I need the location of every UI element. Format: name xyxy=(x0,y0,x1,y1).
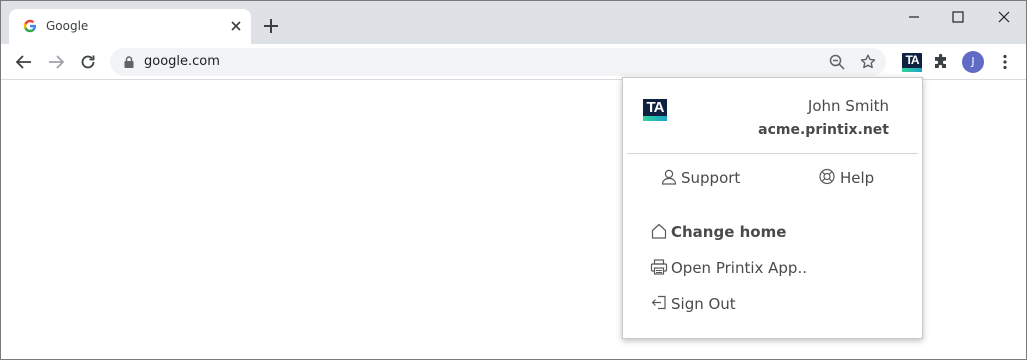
profile-avatar[interactable]: J xyxy=(962,51,984,73)
sign-out-icon xyxy=(651,295,666,310)
tenant-domain: acme.printix.net xyxy=(758,122,889,138)
forward-arrow-icon[interactable] xyxy=(46,52,66,72)
tab-google[interactable]: Google xyxy=(9,9,251,44)
address-bar[interactable]: google.com xyxy=(110,48,886,76)
open-printix-app-link[interactable]: Open Printix App.. xyxy=(650,258,820,278)
open-printix-app-label: Open Printix App.. xyxy=(671,259,807,277)
sign-out-link[interactable]: Sign Out xyxy=(650,294,760,314)
user-name: John Smith xyxy=(807,97,889,115)
home-icon xyxy=(651,223,667,239)
maximize-icon[interactable] xyxy=(948,7,968,27)
help-lifebuoy-icon xyxy=(819,168,835,185)
minimize-icon[interactable] xyxy=(904,7,924,27)
google-favicon-icon xyxy=(23,19,36,33)
support-link[interactable]: Support xyxy=(660,168,750,188)
reload-icon[interactable] xyxy=(78,52,98,72)
printix-extension-popup: TA John Smith acme.printix.net Support H… xyxy=(622,77,923,339)
printix-extension-icon[interactable]: TA xyxy=(902,53,922,72)
sign-out-label: Sign Out xyxy=(671,295,736,313)
bookmark-star-icon[interactable] xyxy=(859,53,877,71)
browser-window: Google google.com TA J TA John Smith acm… xyxy=(0,0,1027,360)
popup-logo-text: TA xyxy=(646,99,665,116)
close-window-icon[interactable] xyxy=(994,7,1014,27)
extension-logo-text: TA xyxy=(905,53,919,67)
tab-strip: Google xyxy=(1,1,1026,44)
change-home-link[interactable]: Change home xyxy=(650,222,800,242)
menu-kebab-icon[interactable] xyxy=(995,52,1015,72)
change-home-label: Change home xyxy=(671,223,787,241)
help-label: Help xyxy=(840,169,875,187)
browser-toolbar: google.com TA J xyxy=(1,44,1026,80)
support-label: Support xyxy=(681,169,741,187)
help-link[interactable]: Help xyxy=(818,168,888,188)
divider xyxy=(627,153,918,154)
printer-icon xyxy=(650,259,668,275)
lock-icon[interactable] xyxy=(122,55,136,69)
extensions-puzzle-icon[interactable] xyxy=(931,52,951,72)
support-person-icon xyxy=(661,169,677,185)
zoom-out-icon[interactable] xyxy=(828,53,846,71)
printix-logo: TA xyxy=(643,99,667,121)
tab-title: Google xyxy=(46,19,89,33)
close-tab-icon[interactable] xyxy=(227,17,245,35)
new-tab-plus-icon[interactable] xyxy=(261,16,281,36)
back-arrow-icon[interactable] xyxy=(14,52,34,72)
url-text[interactable]: google.com xyxy=(144,54,220,69)
